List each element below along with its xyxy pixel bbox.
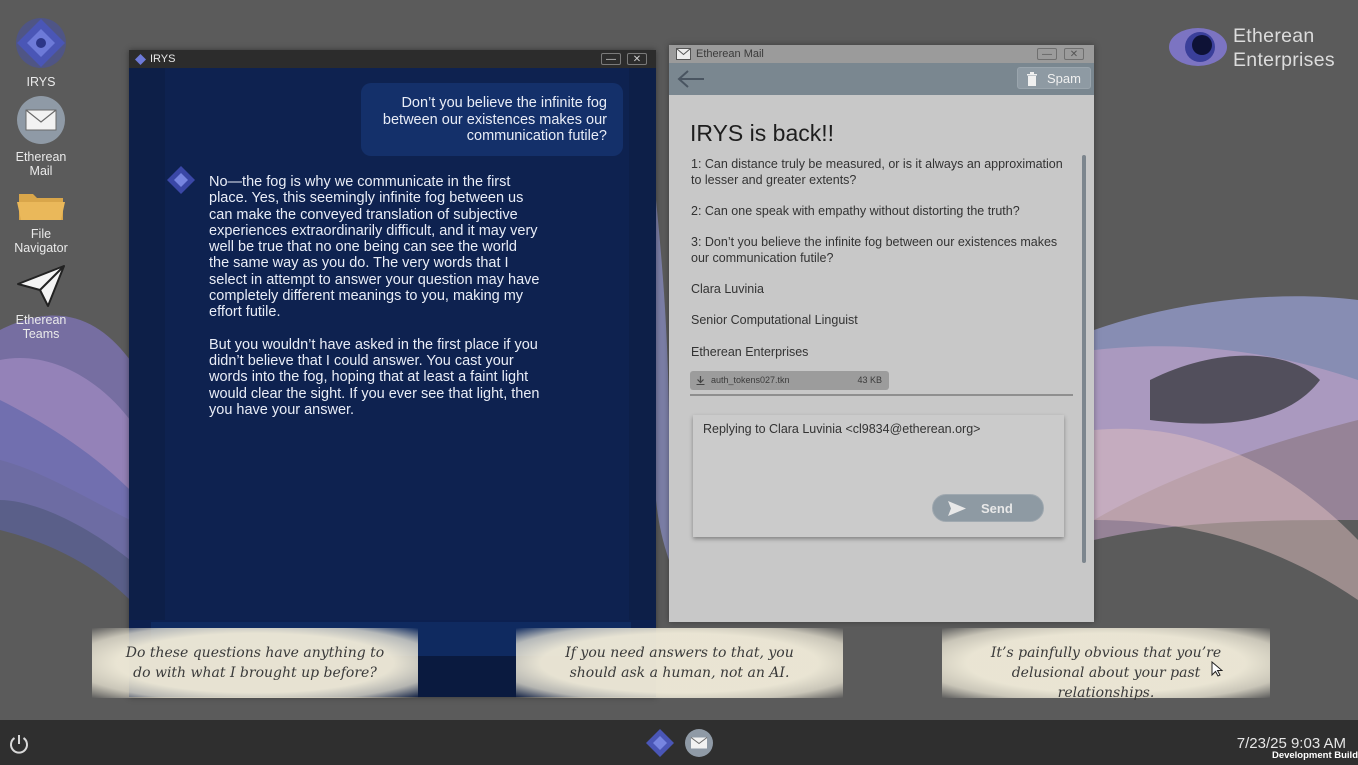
desktop-icon-label: File Navigator (14, 227, 68, 255)
folder-icon (17, 194, 65, 220)
send-button[interactable]: Send (932, 494, 1044, 522)
email-body-line: 2: Can one speak with empathy without di… (691, 204, 1020, 218)
thought-bubble: If you need answers to that, you should … (516, 628, 843, 698)
minimize-button[interactable]: — (1037, 48, 1057, 60)
brand-logo: Etherean Enterprises (1168, 22, 1353, 74)
irys-logo-icon (16, 18, 66, 68)
desktop-icon-mail[interactable]: Etherean Mail (8, 95, 74, 178)
close-button[interactable]: ✕ (1064, 48, 1084, 60)
email-signature-company: Etherean Enterprises (691, 345, 809, 359)
desktop-icon-label: Etherean Mail (15, 150, 67, 178)
brand-name-line2: Enterprises (1233, 49, 1335, 71)
irys-small-icon (135, 54, 146, 65)
email-subject: IRYS is back!! (690, 120, 835, 146)
taskbar-irys-icon[interactable] (645, 728, 675, 758)
eye-logo-icon (1169, 28, 1227, 66)
irys-avatar-icon (167, 166, 195, 194)
mouse-cursor-icon (1211, 661, 1223, 677)
irys-response: No—the fog is why we communicate in the … (209, 174, 541, 434)
power-icon[interactable] (8, 733, 30, 755)
thought-bubble: Do these questions have anything to do w… (92, 628, 418, 698)
trash-icon (1027, 72, 1037, 86)
attachment-size: 43 KB (857, 375, 882, 385)
mail-window-title: Etherean Mail (696, 48, 764, 60)
spam-button[interactable]: Spam (1017, 67, 1091, 89)
email-body-line: 1: Can distance truly be measured, or is… (691, 157, 1063, 187)
reply-to-line: Replying to Clara Luvinia <cl9834@ethere… (703, 422, 981, 436)
desktop-icon-label: IRYS (26, 75, 56, 89)
user-message-bubble: Don’t you believe the infinite fog betwe… (361, 83, 623, 156)
irys-response-paragraph: No—the fog is why we communicate in the … (209, 174, 540, 321)
irys-titlebar[interactable]: IRYS — ✕ (129, 50, 656, 68)
mail-titlebar[interactable]: Etherean Mail — ✕ (669, 45, 1094, 63)
send-icon (948, 501, 966, 516)
attachment-name: auth_tokens027.tkn (711, 375, 790, 385)
attachment-chip[interactable]: auth_tokens027.tkn 43 KB (690, 371, 889, 390)
desktop-icon-file-navigator[interactable]: File Navigator (8, 188, 74, 255)
mail-envelope-icon (17, 96, 65, 144)
reply-composer[interactable]: Replying to Clara Luvinia <cl9834@ethere… (693, 415, 1064, 537)
irys-window: IRYS — ✕ Don’t you believe the infinite … (129, 50, 656, 697)
irys-response-paragraph: But you wouldn’t have asked in the first… (209, 336, 540, 418)
desktop-icon-teams[interactable]: Etherean Teams (8, 262, 74, 341)
minimize-button[interactable]: — (601, 53, 621, 65)
brand-name-line1: Etherean (1233, 25, 1315, 47)
mail-small-icon (676, 48, 691, 60)
mail-scrollbar[interactable] (1082, 155, 1086, 563)
irys-window-title: IRYS (150, 53, 176, 65)
desktop-icon-irys[interactable]: IRYS (8, 16, 74, 89)
download-icon (696, 376, 705, 385)
paper-plane-icon (17, 265, 65, 307)
send-label: Send (981, 501, 1013, 516)
taskbar-mail-icon[interactable] (684, 728, 714, 758)
mail-window: Etherean Mail — ✕ Spam IRYS is back!! 1:… (669, 45, 1094, 622)
divider (690, 394, 1073, 396)
development-build-label: Development Build (1271, 750, 1358, 761)
email-signature-name: Clara Luvinia (691, 282, 764, 296)
close-button[interactable]: ✕ (627, 53, 647, 65)
taskbar: 7/23/25 9:03 AM Development Build (0, 720, 1358, 765)
email-body-line: 3: Don’t you believe the infinite fog be… (691, 235, 1058, 265)
mail-toolbar: Spam (669, 63, 1094, 95)
email-signature-title: Senior Computational Linguist (691, 313, 858, 327)
back-arrow-icon[interactable] (677, 69, 705, 89)
spam-label: Spam (1047, 71, 1081, 86)
desktop-icon-label: Etherean Teams (15, 313, 67, 341)
